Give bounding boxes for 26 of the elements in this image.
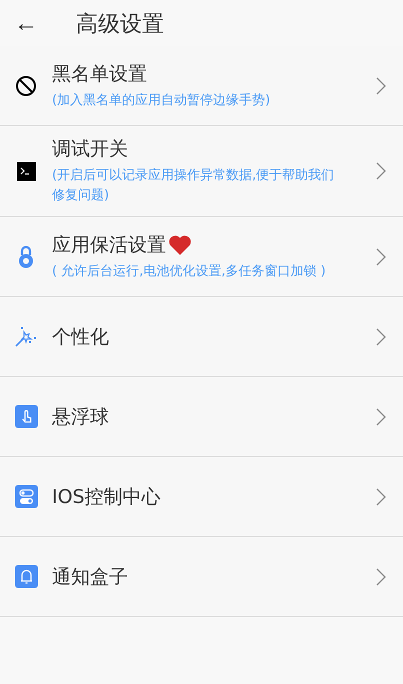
item-title: 个性化 xyxy=(52,324,109,350)
chevron-right-icon xyxy=(375,486,387,506)
magic-wand-icon xyxy=(14,326,38,348)
lock-icon xyxy=(17,244,35,268)
chevron-right-icon xyxy=(375,246,387,266)
item-title: IOS控制中心 xyxy=(52,484,161,510)
item-description: (加入黑名单的应用自动暂停边缘手势) xyxy=(52,92,272,110)
terminal-icon xyxy=(16,162,36,180)
back-button[interactable]: ← xyxy=(0,4,52,44)
item-title: 黑名单设置 xyxy=(52,62,147,86)
toggle-switch-icon xyxy=(14,485,38,508)
touch-icon xyxy=(14,405,38,428)
page-title: 高级设置 xyxy=(76,11,164,39)
chevron-right-icon xyxy=(375,326,387,346)
prohibited-icon xyxy=(15,74,37,96)
item-title: 悬浮球 xyxy=(52,404,109,430)
chevron-right-icon xyxy=(375,161,387,181)
item-description: ( 允许后台运行,电池优化设置,多任务窗口加锁 ) xyxy=(52,262,327,280)
item-title: 应用保活设置 xyxy=(52,232,166,258)
chevron-right-icon xyxy=(375,566,387,586)
item-title: 通知盒子 xyxy=(52,564,128,590)
bell-icon xyxy=(14,565,38,588)
chevron-right-icon xyxy=(375,76,387,96)
item-title: 调试开关 xyxy=(52,137,128,162)
chevron-right-icon xyxy=(375,406,387,426)
item-description: (开启后可以记录应用操作异常数据,便于帮助我们修复问题) xyxy=(52,167,336,205)
